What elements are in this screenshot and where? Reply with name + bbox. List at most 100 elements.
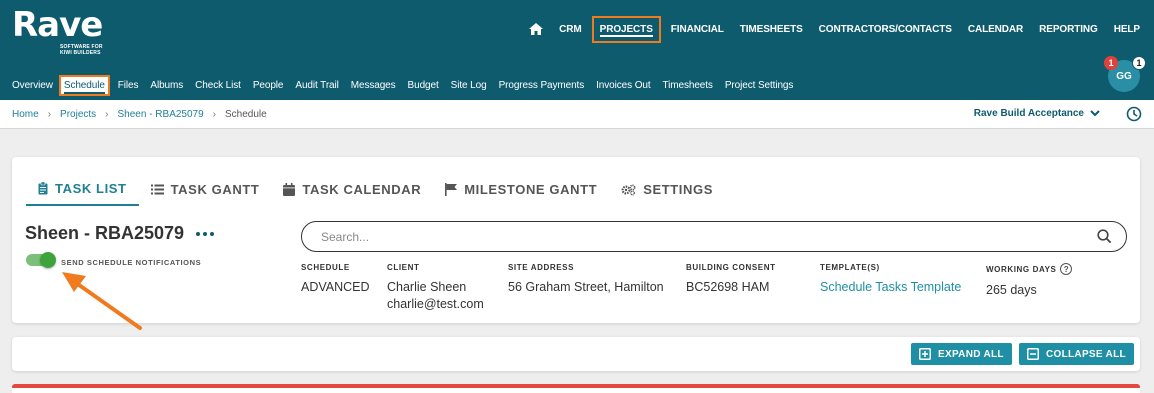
schedule-card: TASK LIST TASK GANTT TASK CALENDAR MILES…: [12, 157, 1140, 323]
subnav-files[interactable]: Files: [118, 80, 139, 91]
logo-word: Rave: [12, 5, 103, 45]
collapse-all-button[interactable]: COLLAPSE ALL: [1019, 343, 1134, 365]
tab-task-calendar-label: TASK CALENDAR: [302, 182, 422, 197]
breadcrumb-project[interactable]: Sheen - RBA25079: [118, 109, 204, 120]
flag-icon: [445, 183, 458, 196]
chevron-down-icon: [1090, 110, 1100, 117]
templates-link[interactable]: Schedule Tasks Template: [820, 279, 961, 296]
breadcrumb: Home › Projects › Sheen - RBA25079 › Sch…: [12, 109, 267, 120]
message-badge[interactable]: 1: [1132, 56, 1146, 70]
project-title-row: Sheen - RBA25079: [25, 223, 215, 244]
schedule-notifications-toggle[interactable]: [26, 252, 56, 268]
tab-task-calendar[interactable]: TASK CALENDAR: [271, 173, 433, 206]
tab-task-gantt-label: TASK GANTT: [170, 182, 260, 197]
minus-square-icon: [1027, 348, 1039, 360]
tab-task-gantt[interactable]: TASK GANTT: [139, 173, 272, 206]
breadcrumb-chevron-icon: ›: [47, 109, 52, 120]
info-building-consent: BUILDING CONSENT BC52698 HAM: [686, 263, 776, 296]
subnav-schedule[interactable]: Schedule: [58, 75, 110, 96]
clipboard-icon: [38, 182, 48, 195]
help-icon[interactable]: ?: [1060, 263, 1073, 275]
subnav-site-log[interactable]: Site Log: [451, 80, 487, 91]
building-consent-label: BUILDING CONSENT: [686, 263, 776, 272]
breadcrumb-chevron-icon: ›: [212, 109, 217, 120]
subnav-people[interactable]: People: [253, 80, 284, 91]
breadcrumb-current: Schedule: [225, 109, 267, 120]
tab-settings-label: SETTINGS: [643, 182, 713, 197]
nav-timesheets[interactable]: TIMESHEETS: [740, 24, 803, 35]
plus-square-icon: [919, 348, 931, 360]
subnav-albums[interactable]: Albums: [150, 80, 183, 91]
tab-milestone-gantt-label: MILESTONE GANTT: [464, 182, 598, 197]
task-group-card: [12, 384, 1140, 393]
search-input[interactable]: [321, 229, 1081, 245]
breadcrumb-bar: Home › Projects › Sheen - RBA25079 › Sch…: [0, 100, 1154, 129]
main-nav: CRM PROJECTS FINANCIAL TIMESHEETS CONTRA…: [529, 15, 1140, 43]
working-days-value: 265 days: [986, 283, 1037, 297]
client-label: CLIENT: [387, 263, 420, 272]
subnav-overview[interactable]: Overview: [12, 80, 53, 91]
info-client: CLIENT Charlie Sheen charlie@test.com: [387, 263, 484, 313]
building-consent-value: BC52698 HAM: [686, 280, 770, 294]
subnav-timesheets[interactable]: Timesheets: [663, 80, 713, 91]
company-name: Rave Build Acceptance: [973, 108, 1084, 119]
schedule-value: ADVANCED: [301, 280, 370, 294]
logo-tagline: SOFTWARE FOR KIWI BUILDERS: [60, 44, 103, 56]
top-header: Rave SOFTWARE FOR KIWI BUILDERS CRM PROJ…: [0, 0, 1154, 100]
info-templates: TEMPLATE(S) Schedule Tasks Template: [820, 263, 961, 296]
info-schedule: SCHEDULE ADVANCED: [301, 263, 370, 296]
breadcrumb-projects[interactable]: Projects: [60, 109, 96, 120]
rave-logo[interactable]: Rave SOFTWARE FOR KIWI BUILDERS: [12, 5, 103, 56]
client-name: Charlie Sheen: [387, 280, 467, 294]
home-icon[interactable]: [529, 23, 544, 35]
expand-all-button[interactable]: EXPAND ALL: [911, 343, 1012, 365]
tab-settings[interactable]: SETTINGS: [609, 173, 725, 206]
search-box: [301, 221, 1127, 252]
breadcrumb-chevron-icon: ›: [105, 109, 109, 120]
toggle-knob: [40, 252, 56, 268]
nav-reporting[interactable]: REPORTING: [1039, 24, 1098, 35]
list-icon: [150, 184, 164, 195]
client-email: charlie@test.com: [387, 297, 484, 311]
nav-help[interactable]: HELP: [1114, 24, 1140, 35]
working-days-label: WORKING DAYS: [986, 264, 1057, 274]
nav-calendar[interactable]: CALENDAR: [968, 24, 1023, 35]
info-site-address: SITE ADDRESS 56 Graham Street, Hamilton: [508, 263, 664, 296]
expand-all-label: EXPAND ALL: [938, 348, 1004, 360]
site-address-label: SITE ADDRESS: [508, 263, 575, 272]
subnav-progress-payments[interactable]: Progress Payments: [499, 80, 585, 91]
notification-badge[interactable]: 1: [1104, 56, 1118, 70]
search-icon[interactable]: [1097, 229, 1112, 244]
gears-icon: [621, 183, 636, 195]
subnav-audit-trail[interactable]: Audit Trail: [295, 80, 338, 91]
task-list-toolbar: EXPAND ALL COLLAPSE ALL: [12, 337, 1140, 371]
subnav-project-settings[interactable]: Project Settings: [725, 80, 794, 91]
subnav-budget[interactable]: Budget: [408, 80, 439, 91]
tab-milestone-gantt[interactable]: MILESTONE GANTT: [433, 173, 609, 206]
company-selector[interactable]: Rave Build Acceptance: [974, 108, 1100, 119]
project-subnav: Overview Schedule Files Albums Check Lis…: [12, 75, 805, 96]
subnav-check-list[interactable]: Check List: [195, 80, 241, 91]
nav-projects[interactable]: PROJECTS: [591, 15, 661, 43]
nav-contractors-contacts[interactable]: CONTRACTORS/CONTACTS: [819, 24, 952, 35]
project-title: Sheen - RBA25079: [25, 223, 185, 243]
calendar-icon: [283, 183, 296, 196]
annotation-arrow-icon: [62, 272, 142, 330]
more-options-icon[interactable]: [196, 231, 215, 236]
nav-financial[interactable]: FINANCIAL: [671, 24, 724, 35]
subnav-invoices-out[interactable]: Invoices Out: [596, 80, 650, 91]
tab-task-list-label: TASK LIST: [55, 181, 127, 196]
collapse-all-label: COLLAPSE ALL: [1046, 348, 1126, 360]
breadcrumb-home[interactable]: Home: [12, 109, 39, 120]
history-clock-icon[interactable]: [1126, 106, 1142, 122]
schedule-label: SCHEDULE: [301, 263, 350, 272]
info-working-days: WORKING DAYS ? 265 days: [986, 263, 1073, 299]
subnav-schedule-label: Schedule: [63, 80, 105, 94]
subnav-messages[interactable]: Messages: [351, 80, 396, 91]
templates-label: TEMPLATE(S): [820, 263, 880, 272]
nav-crm[interactable]: CRM: [559, 24, 582, 35]
tab-task-list[interactable]: TASK LIST: [26, 173, 139, 206]
schedule-tabs: TASK LIST TASK GANTT TASK CALENDAR MILES…: [26, 173, 725, 206]
site-address-value: 56 Graham Street, Hamilton: [508, 280, 664, 294]
working-days-label-row: WORKING DAYS ?: [986, 263, 1073, 275]
